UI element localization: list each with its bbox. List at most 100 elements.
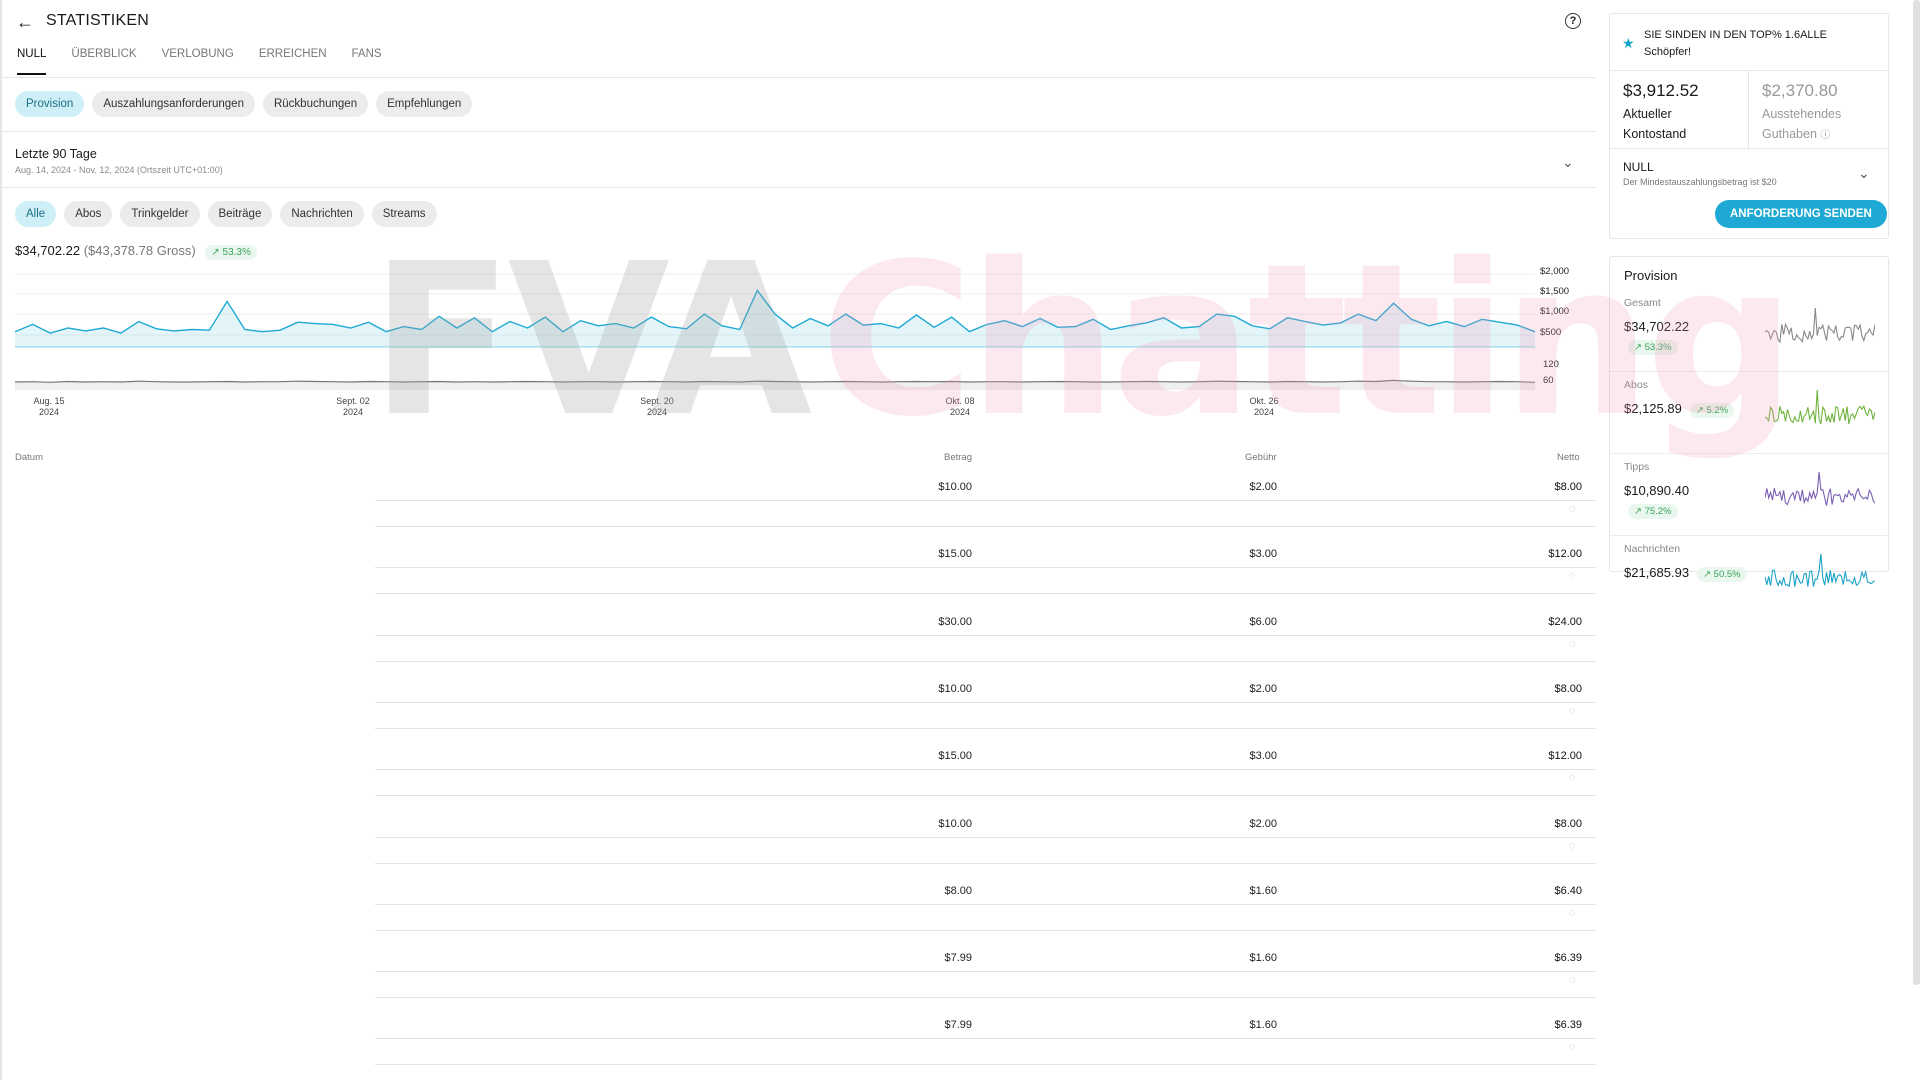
- sparkline: [1765, 553, 1875, 588]
- row-fee: $2.00: [1249, 817, 1277, 830]
- chip-provision[interactable]: Provision: [15, 91, 85, 117]
- loading-icon: ◌: [1569, 637, 1576, 650]
- provision-title: Provision: [1624, 268, 1678, 283]
- row-net: $8.00: [1554, 481, 1582, 493]
- row-fee: $3.00: [1249, 548, 1277, 561]
- help-icon[interactable]: ?: [1565, 13, 1581, 29]
- period-range: Aug. 14, 2024 - Nov. 12, 2024 (Ortszeit …: [15, 165, 223, 175]
- net-earnings: $34,702.22: [15, 243, 81, 258]
- y-tick: $500: [1540, 327, 1562, 338]
- provision-item-value: $2,125.89 ↗ 5.2%: [1624, 401, 1735, 418]
- sparkline-path: [1765, 471, 1875, 506]
- col-fee: Gebühr: [1245, 452, 1277, 463]
- x-tick: Okt. 26 2024: [1249, 396, 1279, 417]
- row-fee: $2.00: [1249, 682, 1277, 695]
- pending-balance-value: $2,370.80: [1762, 81, 1838, 100]
- row-fee: $1.60: [1249, 884, 1277, 897]
- y-tick: 60: [1543, 375, 1554, 386]
- row-amount: $10.00: [938, 481, 972, 493]
- y-tick: $1,500: [1540, 286, 1570, 297]
- row-fee: $2.00: [1249, 481, 1277, 493]
- x-tick: Aug. 15 2024: [33, 396, 65, 417]
- sparkline: [1765, 389, 1875, 425]
- divider: [1610, 535, 1887, 536]
- tab-fans[interactable]: FANS: [352, 48, 382, 75]
- row-divider: [375, 836, 1596, 838]
- scrollbar[interactable]: [1913, 0, 1920, 985]
- row-net: $12.00: [1548, 750, 1582, 763]
- chevron-down-icon[interactable]: ⌄: [1562, 154, 1574, 171]
- chip-referrals[interactable]: Empfehlungen: [376, 91, 473, 117]
- filter-streams[interactable]: Streams: [371, 201, 437, 227]
- provision-item-value: $34,702.22: [1624, 319, 1690, 334]
- row-divider: [375, 903, 1596, 905]
- loading-icon: ◌: [1569, 570, 1576, 583]
- tab-engagement[interactable]: VERLOBUNG: [162, 48, 234, 75]
- row-amount: $10.00: [938, 682, 972, 695]
- x-tick: Sept. 02 2024: [336, 396, 370, 417]
- sparkline-path: [1765, 389, 1875, 425]
- change-value: 53.3%: [222, 247, 251, 258]
- chip-payout-requests[interactable]: Auszahlungsanforderungen: [92, 91, 255, 117]
- info-icon[interactable]: ⓘ: [1820, 130, 1830, 141]
- back-arrow-icon[interactable]: ←: [16, 12, 34, 33]
- provision-item-value: $10,890.40: [1624, 483, 1690, 498]
- series-area: [15, 290, 1535, 347]
- current-balance-value: $3,912.52: [1623, 81, 1699, 100]
- provision-item-label: Tipps: [1624, 461, 1650, 473]
- divider: [1610, 453, 1887, 454]
- change-badge: ↗ 5.2%: [1689, 403, 1735, 418]
- main-panel: ← STATISTIKEN ? NULL ÜBERBLICK VERLOBUNG…: [0, 0, 1598, 1080]
- tab-reach[interactable]: ERREICHEN: [259, 48, 327, 75]
- row-divider: [375, 634, 1596, 636]
- tab-overview[interactable]: ÜBERBLICK: [71, 48, 136, 75]
- provision-item-label: Nachrichten: [1624, 543, 1681, 555]
- change-badge: ↗ 50.5%: [1697, 567, 1747, 582]
- row-amount: $7.99: [944, 952, 972, 965]
- gross-earnings: ($43,378.78 Gross): [83, 243, 196, 258]
- filter-all[interactable]: Alle: [15, 201, 57, 227]
- row-amount: $30.00: [938, 615, 972, 628]
- divider: [1610, 148, 1887, 149]
- sparkline-path: [1765, 307, 1875, 344]
- row-net: $8.00: [1554, 817, 1582, 830]
- provision-item-value: $21,685.93 ↗ 50.5%: [1624, 565, 1747, 582]
- loading-icon: ◌: [1569, 839, 1576, 852]
- row-divider: [375, 593, 1596, 595]
- earnings-chart: [15, 273, 1536, 390]
- chip-chargebacks[interactable]: Rückbuchungen: [262, 91, 369, 117]
- period-title[interactable]: Letzte 90 Tage: [15, 147, 97, 161]
- filter-subscriptions[interactable]: Abos: [64, 201, 113, 227]
- current-balance-label: Aktueller Kontostand: [1623, 107, 1687, 141]
- row-amount: $7.99: [944, 1019, 972, 1032]
- row-net: $24.00: [1548, 615, 1582, 628]
- row-divider: [375, 526, 1596, 527]
- row-amount: $8.00: [944, 884, 972, 897]
- earnings-summary: $34,702.22 ($43,378.78 Gross) ↗ 53.3%: [15, 243, 257, 260]
- sparkline-path: [1765, 553, 1875, 588]
- divider: [2, 131, 1596, 132]
- payout-note: Der Mindestauszahlungsbetrag ist $20: [1623, 177, 1777, 187]
- tab-null[interactable]: NULL: [17, 48, 47, 75]
- row-divider: [375, 795, 1596, 797]
- row-net: $12.00: [1548, 548, 1582, 561]
- row-fee: $1.60: [1249, 1019, 1277, 1032]
- filter-messages[interactable]: Nachrichten: [280, 201, 364, 227]
- provision-item-label: Abos: [1624, 379, 1648, 391]
- sparkline: [1765, 471, 1875, 506]
- change-badge: ↗ 75.2%: [1628, 504, 1678, 519]
- series-line-count: [15, 379, 1536, 383]
- chevron-down-icon[interactable]: ⌄: [1858, 165, 1870, 182]
- loading-icon: ◌: [1569, 906, 1576, 919]
- send-request-button[interactable]: ANFORDERUNG SENDEN: [1715, 200, 1887, 228]
- filter-posts[interactable]: Beiträge: [207, 201, 273, 227]
- row-divider: [375, 862, 1596, 864]
- payout-method[interactable]: NULL: [1623, 160, 1654, 174]
- page-title: STATISTIKEN: [46, 12, 149, 29]
- divider: [1748, 71, 1749, 148]
- row-net: $8.00: [1554, 682, 1582, 695]
- filter-tips[interactable]: Trinkgelder: [120, 201, 200, 227]
- divider: [2, 77, 1596, 78]
- tab-bar: NULL ÜBERBLICK VERLOBUNG ERREICHEN FANS: [17, 48, 407, 75]
- row-divider: [375, 971, 1596, 973]
